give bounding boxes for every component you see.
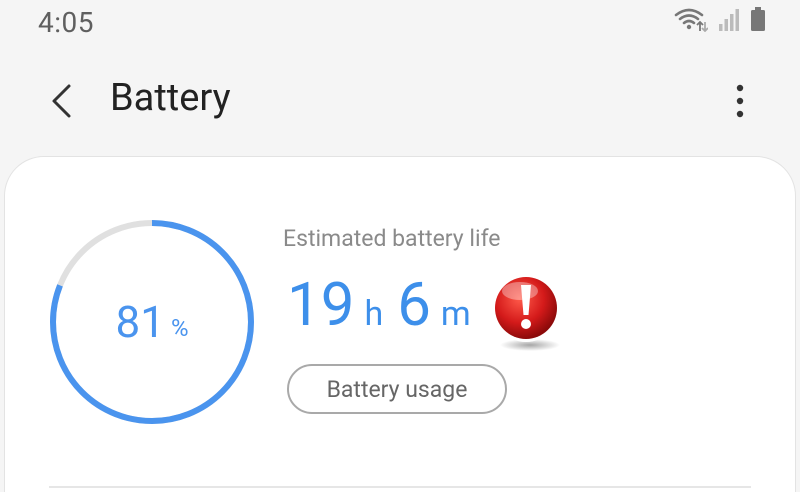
more-options-button[interactable] <box>720 78 760 128</box>
estimated-battery-life-label: Estimated battery life <box>283 225 501 252</box>
battery-percent-unit: % <box>170 314 189 342</box>
estimated-battery-life-value: 19 h 6 m <box>287 275 485 335</box>
battery-ring: 81 % <box>49 219 255 425</box>
warning-exclamation-icon <box>487 271 569 353</box>
app-bar: Battery <box>0 60 800 146</box>
screen: 4:05 Battery 81 % Estimated battery life… <box>0 0 800 492</box>
minutes-unit: m <box>440 294 471 334</box>
battery-icon <box>750 6 766 36</box>
battery-usage-button[interactable]: Battery usage <box>287 364 507 414</box>
wifi-icon <box>674 6 709 36</box>
page-title: Battery <box>110 76 231 120</box>
back-button[interactable] <box>36 78 86 128</box>
battery-card: 81 % Estimated battery life 19 h 6 m Bat… <box>4 156 796 492</box>
battery-percent: 81 % <box>49 219 255 425</box>
divider <box>49 486 751 488</box>
hours-unit: h <box>364 294 384 334</box>
status-time: 4:05 <box>38 6 94 39</box>
signal-icon <box>718 6 740 36</box>
more-vert-icon <box>735 84 745 122</box>
hours-value: 19 <box>287 269 355 340</box>
status-icons <box>674 7 766 36</box>
back-arrow-icon <box>49 83 73 123</box>
status-bar: 4:05 <box>0 0 800 48</box>
minutes-value: 6 <box>397 269 431 340</box>
battery-percent-value: 81 <box>115 296 165 348</box>
